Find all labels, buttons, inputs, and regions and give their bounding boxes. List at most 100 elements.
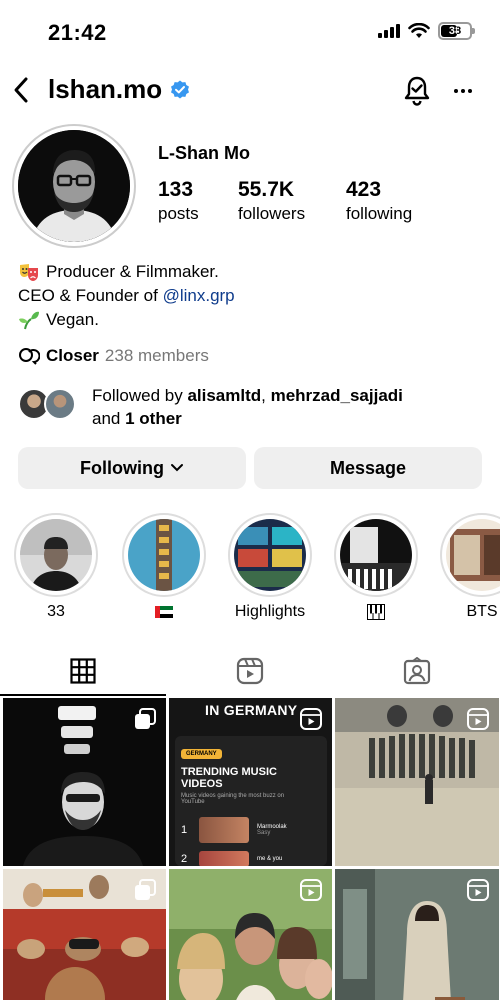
tagged-icon — [403, 657, 430, 685]
stat-value: 423 — [346, 178, 382, 201]
followed-by-text: Followed by alisamltd, mehrzad_sajjadi a… — [92, 384, 403, 430]
story-highlights: 33 Highlights BTS — [14, 513, 500, 623]
bio-line: Producer & Filmmaker. — [18, 260, 235, 284]
back-button[interactable] — [6, 72, 36, 108]
post-subheading: Music videos gaining the most buzz on Yo… — [181, 793, 285, 805]
bio-text: CEO & Founder of — [18, 286, 163, 305]
chevron-down-icon — [170, 464, 183, 472]
post-thumbnail[interactable] — [3, 698, 166, 866]
display-name: L-Shan Mo — [158, 143, 250, 163]
post-heading: TRENDING MUSIC VIDEOS — [181, 766, 277, 790]
following-button[interactable]: Following — [18, 447, 246, 489]
wifi-icon — [408, 23, 430, 38]
channel-icon — [19, 348, 40, 365]
multiple-posts-icon — [135, 708, 156, 729]
post-thumbnail[interactable] — [335, 869, 499, 1000]
status-bar: 21:42 38 — [0, 0, 500, 68]
highlight-item[interactable]: BTS — [440, 513, 500, 621]
highlight-label — [334, 603, 418, 621]
cellular-signal-icon — [378, 24, 400, 38]
broadcast-channel-link[interactable]: Closer 238 members — [18, 346, 209, 366]
stat-value: 133 — [158, 178, 194, 201]
verified-badge-icon — [171, 80, 190, 98]
multiple-posts-icon — [135, 879, 156, 900]
avatar-photo — [18, 130, 130, 242]
bio-text: Vegan. — [46, 310, 99, 329]
track-artist: Sasy — [257, 830, 271, 836]
channel-name: Closer — [46, 346, 99, 365]
profile-avatar[interactable] — [12, 124, 136, 248]
highlight-label: Highlights — [234, 603, 306, 620]
status-time: 21:42 — [48, 20, 107, 45]
active-tab-indicator — [0, 694, 166, 696]
bio-mention-link[interactable]: @linx.grp — [163, 284, 235, 308]
followed-by[interactable]: Followed by alisamltd, mehrzad_sajjadi a… — [18, 384, 403, 430]
highlight-cover — [128, 519, 200, 591]
message-button[interactable]: Message — [254, 447, 482, 489]
status-icons: 38 — [378, 22, 475, 40]
followers-count[interactable]: 55.7K followers — [238, 178, 346, 224]
bell-icon — [404, 76, 430, 106]
post-thumbnail[interactable] — [335, 698, 499, 866]
reels-icon — [300, 879, 322, 901]
highlight-item[interactable]: Highlights — [228, 513, 312, 621]
post-tag: GERMANY — [181, 749, 222, 759]
message-label: Message — [329, 457, 407, 478]
profile-header: lshan.mo — [0, 68, 500, 114]
chevron-left-icon — [14, 77, 28, 103]
mutual-others[interactable]: 1 other — [125, 409, 182, 428]
following-label: Following — [80, 457, 164, 478]
track-title: me & you — [257, 856, 283, 862]
highlight-label: 33 — [47, 603, 65, 620]
username: lshan.mo — [48, 74, 163, 104]
post-thumbnail[interactable] — [3, 869, 166, 1000]
and-text: and — [92, 409, 126, 428]
profile-bio: Producer & Filmmaker. CEO & Founder of @… — [18, 260, 235, 332]
trending-row: 2 me & you — [181, 851, 321, 866]
bio-text: Producer & Filmmaker. — [46, 262, 219, 281]
followed-by-prefix: Followed by — [92, 386, 188, 405]
mutual-user[interactable]: mehrzad_sajjadi — [271, 386, 403, 405]
more-options-button[interactable] — [448, 78, 478, 104]
grid-icon — [70, 658, 96, 684]
trending-row: 1 Marmoolak Sasy — [181, 817, 321, 843]
posts-grid: IN GERMANY GERMANY TRENDING MUSIC VIDEOS… — [3, 698, 499, 1000]
stat-label: posts — [158, 204, 199, 223]
highlight-item[interactable]: 33 — [14, 513, 98, 621]
theater-masks-icon — [20, 264, 38, 281]
post-thumbnail[interactable]: IN GERMANY GERMANY TRENDING MUSIC VIDEOS… — [169, 698, 332, 866]
rank: 1 — [181, 824, 188, 836]
highlight-item[interactable] — [122, 513, 206, 621]
tab-reels[interactable] — [167, 646, 334, 696]
channel-members: 238 members — [104, 346, 209, 365]
avatar — [44, 388, 76, 420]
reels-icon — [300, 708, 322, 730]
mutual-user[interactable]: alisamltd — [187, 386, 261, 405]
bio-line: CEO & Founder of @linx.grp — [18, 284, 235, 308]
stat-label: followers — [238, 204, 306, 223]
following-count[interactable]: 423 following — [346, 178, 412, 224]
highlight-item[interactable] — [334, 513, 418, 621]
piano-icon — [367, 603, 385, 620]
username-title: lshan.mo — [48, 74, 190, 105]
separator: , — [261, 386, 271, 405]
seedling-icon — [19, 311, 39, 330]
tab-posts[interactable] — [0, 646, 167, 696]
post-overlay-text: IN GERMANY — [205, 702, 298, 718]
highlight-cover — [340, 519, 412, 591]
trending-card: GERMANY TRENDING MUSIC VIDEOS Music vide… — [175, 736, 327, 866]
bio-line: Vegan. — [18, 308, 235, 332]
highlight-cover — [446, 519, 500, 591]
rank: 2 — [181, 853, 188, 865]
stat-label: following — [346, 204, 413, 223]
battery-icon: 38 — [438, 22, 475, 40]
notifications-button[interactable] — [402, 74, 432, 108]
reels-icon — [467, 879, 489, 901]
tab-tagged[interactable] — [333, 646, 500, 696]
reels-icon — [467, 708, 489, 730]
post-thumbnail[interactable] — [169, 869, 332, 1000]
highlight-label — [122, 603, 206, 621]
profile-content-tabs — [0, 646, 500, 696]
posts-count[interactable]: 133 posts — [158, 178, 238, 224]
profile-stats: 133 posts 55.7K followers 423 following — [158, 178, 412, 224]
